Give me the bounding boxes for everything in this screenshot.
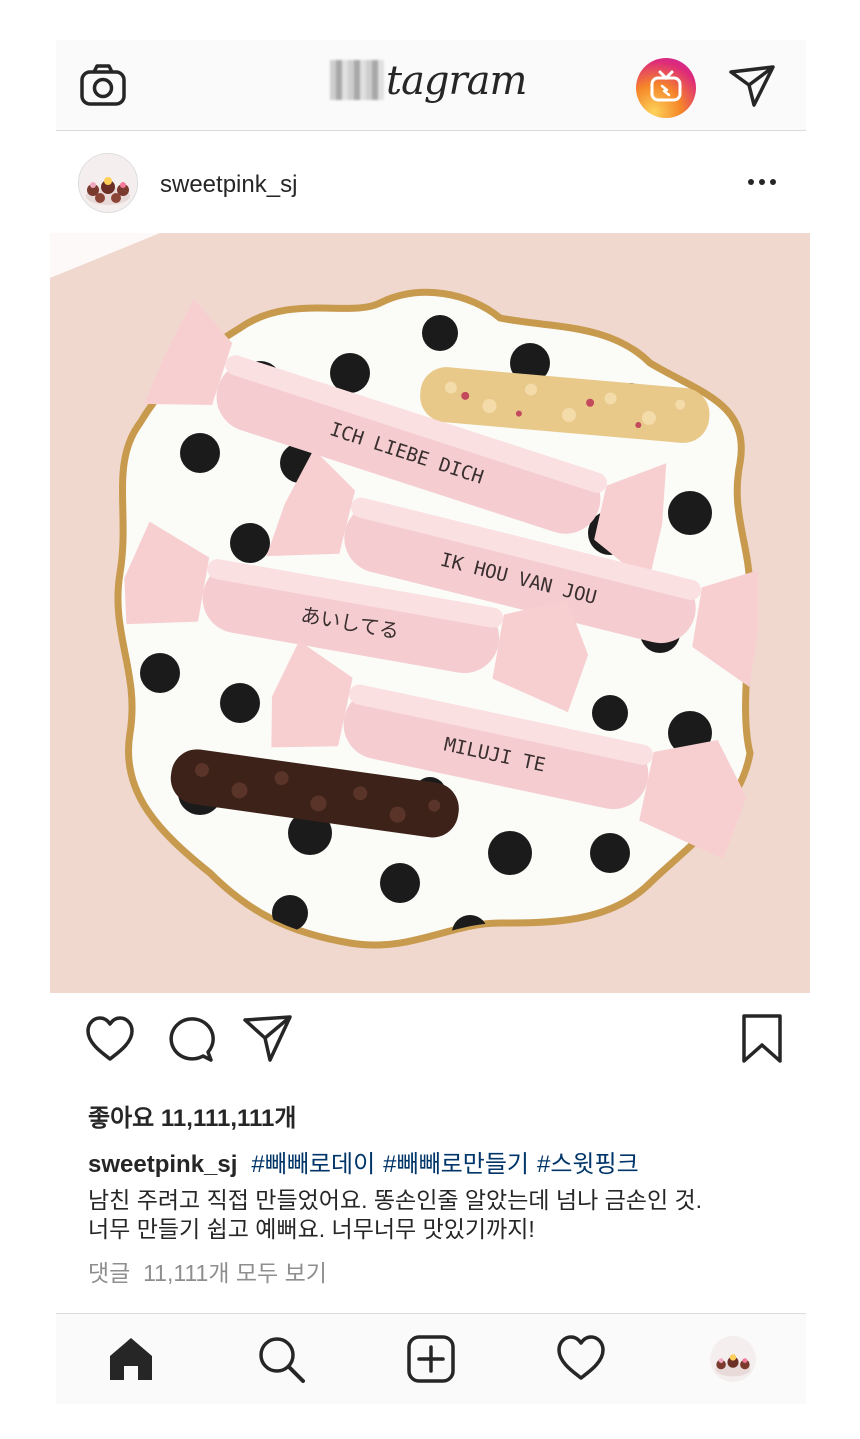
user-avatar[interactable]: [78, 153, 138, 213]
post-header: sweetpink_sj: [56, 131, 806, 233]
home-icon[interactable]: [106, 1334, 156, 1384]
igtv-icon[interactable]: [636, 58, 696, 118]
heart-icon[interactable]: [84, 1014, 136, 1064]
caption-username[interactable]: sweetpink_sj: [88, 1151, 237, 1178]
hashtag-2[interactable]: #빼빼로만들기: [383, 1151, 529, 1178]
caption-text: 남친 주려고 직접 만들었어요. 똥손인줄 알았는데 넘나 금손인 것. 너무 …: [88, 1186, 788, 1244]
search-icon[interactable]: [256, 1334, 306, 1384]
add-post-icon[interactable]: [406, 1334, 456, 1384]
caption-line-2: 너무 만들기 쉽고 예뻐요. 너무너무 맛있기까지!: [88, 1216, 535, 1242]
bookmark-icon[interactable]: [736, 1014, 788, 1064]
post-actions: [56, 994, 806, 1094]
more-options-icon[interactable]: [746, 167, 778, 197]
instagram-logo[interactable]: tagram: [330, 58, 527, 114]
logo-text: tagram: [386, 58, 527, 104]
direct-send-icon[interactable]: [728, 64, 776, 108]
caption-line-1: 남친 주려고 직접 만들었어요. 똥손인줄 알았는데 넘나 금손인 것.: [88, 1187, 703, 1213]
hashtag-1[interactable]: #빼빼로데이: [251, 1151, 375, 1178]
view-comments-link[interactable]: 댓글 11,111개 모두 보기: [88, 1254, 327, 1288]
likes-count[interactable]: 좋아요 11,111,111개: [88, 1098, 296, 1133]
comment-icon[interactable]: [164, 1014, 216, 1064]
camera-icon[interactable]: [80, 64, 126, 106]
profile-avatar[interactable]: [710, 1336, 756, 1382]
top-bar: tagram: [56, 40, 806, 131]
post-photo[interactable]: ICH LIEBE DICH IK HOU VAN JOU あいしてる MILU…: [50, 233, 810, 993]
activity-heart-icon[interactable]: [556, 1334, 606, 1384]
bottom-nav: [56, 1313, 806, 1404]
share-icon[interactable]: [242, 1014, 294, 1064]
caption-header: sweetpink_sj #빼빼로데이 #빼빼로만들기 #스윗핑크: [88, 1144, 647, 1179]
blurred-logo-letters: [330, 60, 384, 100]
post-username[interactable]: sweetpink_sj: [160, 171, 297, 199]
hashtag-3[interactable]: #스윗핑크: [537, 1151, 639, 1178]
